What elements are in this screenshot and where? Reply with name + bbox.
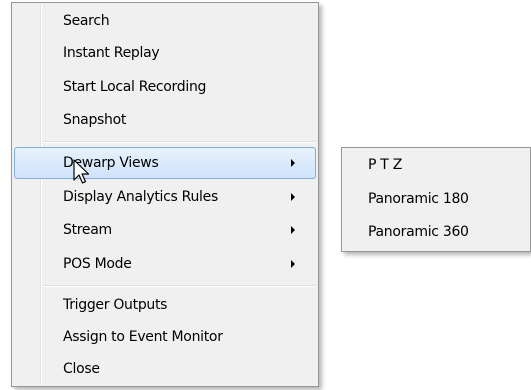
dewarp-views-submenu: P T Z Panoramic 180 Panoramic 360 bbox=[341, 147, 531, 252]
menu-item-start-local-recording[interactable]: Start Local Recording bbox=[14, 71, 316, 103]
arrow-cursor-icon bbox=[73, 159, 90, 184]
menu-item-label: Stream bbox=[63, 222, 112, 238]
menu-item-snapshot[interactable]: Snapshot bbox=[14, 104, 316, 136]
menu-item-close[interactable]: Close bbox=[14, 353, 316, 385]
submenu-item-ptz[interactable]: P T Z bbox=[344, 149, 528, 181]
menu-item-label: POS Mode bbox=[63, 256, 132, 272]
chevron-right-icon bbox=[291, 260, 295, 268]
submenu-item-label: P T Z bbox=[368, 157, 402, 173]
menu-item-label: Display Analytics Rules bbox=[63, 189, 218, 205]
menu-item-label: Search bbox=[63, 13, 110, 29]
context-menu: Search Instant Replay Start Local Record… bbox=[11, 2, 319, 387]
menu-item-label: Snapshot bbox=[63, 112, 127, 128]
menu-item-label: Close bbox=[63, 361, 100, 377]
menu-item-label: Instant Replay bbox=[63, 45, 160, 61]
menu-item-instant-replay[interactable]: Instant Replay bbox=[14, 37, 316, 69]
submenu-item-label: Panoramic 360 bbox=[368, 224, 469, 240]
submenu-item-panoramic-180[interactable]: Panoramic 180 bbox=[344, 183, 528, 215]
chevron-right-icon bbox=[291, 226, 295, 234]
chevron-right-icon bbox=[291, 159, 295, 167]
menu-item-trigger-outputs[interactable]: Trigger Outputs bbox=[14, 289, 316, 321]
menu-item-pos-mode[interactable]: POS Mode bbox=[14, 248, 316, 280]
menu-item-dewarp-views[interactable]: Dewarp Views bbox=[14, 147, 316, 179]
menu-item-search[interactable]: Search bbox=[14, 5, 316, 37]
menu-item-label: Start Local Recording bbox=[63, 79, 207, 95]
submenu-item-label: Panoramic 180 bbox=[368, 191, 469, 207]
menu-item-label: Assign to Event Monitor bbox=[63, 329, 223, 345]
menu-separator bbox=[43, 141, 316, 143]
menu-item-stream[interactable]: Stream bbox=[14, 214, 316, 246]
menu-item-display-analytics-rules[interactable]: Display Analytics Rules bbox=[14, 181, 316, 213]
chevron-right-icon bbox=[291, 193, 295, 201]
menu-separator bbox=[43, 285, 316, 287]
submenu-item-panoramic-360[interactable]: Panoramic 360 bbox=[344, 216, 528, 248]
menu-item-label: Trigger Outputs bbox=[63, 297, 168, 313]
menu-item-assign-to-event-monitor[interactable]: Assign to Event Monitor bbox=[14, 321, 316, 353]
